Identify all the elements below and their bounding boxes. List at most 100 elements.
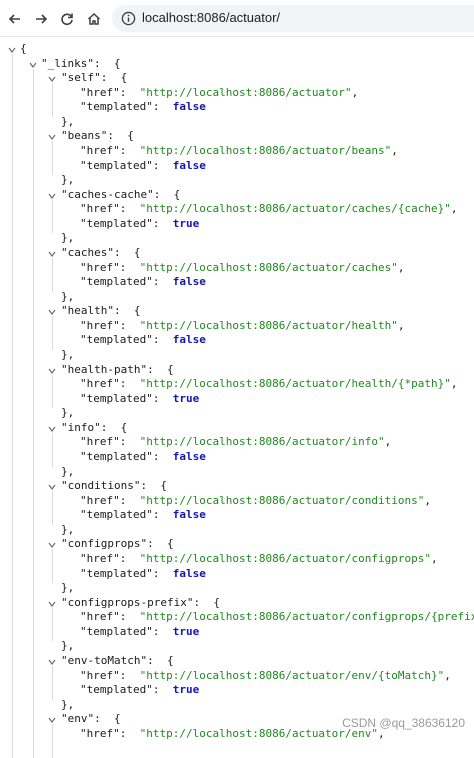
json-punct: , — [424, 494, 431, 507]
expand-toggle-icon[interactable] — [48, 133, 56, 141]
json-punct: ": { — [87, 57, 120, 70]
expand-toggle-icon[interactable] — [48, 308, 56, 316]
json-key: templated — [87, 625, 147, 638]
json-quote: " — [61, 129, 68, 142]
json-line: }, — [61, 290, 74, 304]
forward-button[interactable] — [31, 9, 51, 29]
json-punct: ": { — [187, 596, 220, 609]
json-punct: ": { — [140, 537, 173, 550]
json-brace: { — [20, 42, 27, 55]
reload-icon — [59, 11, 75, 27]
json-quote: " — [444, 202, 451, 215]
tree-guide-line — [52, 316, 53, 350]
json-punct: ": — [113, 435, 140, 448]
json-punct: ": — [113, 610, 140, 623]
tree-guide-line — [52, 491, 53, 525]
json-key: templated — [87, 217, 147, 230]
json-key: templated — [87, 683, 147, 696]
json-quote: " — [80, 392, 87, 405]
json-punct: ": — [113, 377, 140, 390]
json-quote: " — [80, 508, 87, 521]
expand-toggle-icon[interactable] — [48, 367, 56, 375]
forward-arrow-icon — [33, 11, 49, 27]
json-entry-line: "configprops": { — [61, 537, 174, 551]
json-line: }, — [61, 231, 74, 245]
json-boolean-value: true — [173, 683, 200, 696]
json-key: templated — [87, 450, 147, 463]
json-punct: , — [385, 435, 392, 448]
expand-toggle-icon[interactable] — [48, 658, 56, 666]
expand-toggle-icon[interactable] — [48, 716, 56, 724]
json-string-value: http://localhost:8086/actuator/env — [146, 727, 371, 740]
json-href-line: "href": "http://localhost:8086/actuator/… — [80, 261, 405, 275]
expand-toggle-icon[interactable] — [48, 250, 56, 258]
json-entry-line: "beans": { — [61, 129, 134, 143]
json-key: templated — [87, 333, 147, 346]
json-punct: , — [391, 144, 398, 157]
address-bar[interactable]: localhost:8086/actuator/ — [112, 5, 474, 32]
json-punct: ": — [146, 508, 173, 521]
json-templated-line: "templated": false — [80, 275, 206, 289]
json-href-line: "href": "http://localhost:8086/actuator/… — [80, 610, 474, 624]
json-punct: ": — [113, 86, 140, 99]
json-quote: " — [80, 261, 87, 274]
json-string-value: http://localhost:8086/actuator — [146, 86, 345, 99]
json-quote: " — [80, 275, 87, 288]
json-string-value: http://localhost:8086/actuator/beans — [146, 144, 384, 157]
json-quote: " — [345, 86, 352, 99]
json-key: configprops — [68, 537, 141, 550]
json-key: href — [87, 552, 114, 565]
expand-toggle-icon[interactable] — [48, 600, 56, 608]
tree-guide-line — [52, 375, 53, 409]
json-line: }, — [61, 115, 74, 129]
json-quote: " — [80, 435, 87, 448]
site-info-icon[interactable] — [121, 11, 136, 26]
json-quote: " — [80, 683, 87, 696]
json-quote: " — [80, 319, 87, 332]
home-button[interactable] — [84, 9, 104, 29]
url-text[interactable]: localhost:8086/actuator/ — [142, 10, 280, 25]
json-templated-line: "templated": false — [80, 100, 206, 114]
json-key: health — [68, 304, 108, 317]
expand-toggle-icon[interactable] — [48, 483, 56, 491]
json-key: self — [68, 71, 95, 84]
json-line: }, — [61, 173, 74, 187]
json-line: }, — [61, 639, 74, 653]
json-templated-line: "templated": false — [80, 159, 206, 173]
expand-toggle-icon[interactable] — [8, 46, 16, 54]
json-quote: " — [80, 144, 87, 157]
json-key: href — [87, 377, 114, 390]
json-quote: " — [80, 159, 87, 172]
expand-toggle-icon[interactable] — [48, 192, 56, 200]
json-href-line: "href": "http://localhost:8086/actuator/… — [80, 552, 438, 566]
back-button[interactable] — [5, 9, 25, 29]
expand-toggle-icon[interactable] — [48, 425, 56, 433]
tree-guide-line — [52, 666, 53, 700]
json-templated-line: "templated": true — [80, 625, 199, 639]
json-entry-line: "health-path": { — [61, 363, 174, 377]
json-quote: " — [61, 479, 68, 492]
json-key: templated — [87, 275, 147, 288]
json-key: beans — [68, 129, 101, 142]
json-line: "_links": { — [41, 57, 121, 71]
json-punct: ": { — [140, 363, 173, 376]
json-quote: " — [80, 202, 87, 215]
expand-toggle-icon[interactable] — [48, 541, 56, 549]
expand-toggle-icon[interactable] — [48, 75, 56, 83]
json-quote: " — [61, 304, 68, 317]
json-brace: }, — [61, 523, 74, 536]
expand-toggle-icon[interactable] — [29, 61, 37, 69]
json-line: }, — [61, 698, 74, 712]
json-punct: , — [431, 552, 438, 565]
json-string-value: http://localhost:8086/actuator/configpro… — [146, 610, 474, 623]
json-quote: " — [80, 552, 87, 565]
json-punct: ": — [146, 275, 173, 288]
json-key: _links — [48, 57, 88, 70]
json-entry-line: "conditions": { — [61, 479, 167, 493]
json-quote: " — [444, 377, 451, 390]
json-punct: ": — [113, 552, 140, 565]
json-href-line: "href": "http://localhost:8086/actuator/… — [80, 144, 398, 158]
reload-button[interactable] — [57, 9, 77, 29]
json-punct: ": { — [140, 654, 173, 667]
json-templated-line: "templated": true — [80, 683, 199, 697]
